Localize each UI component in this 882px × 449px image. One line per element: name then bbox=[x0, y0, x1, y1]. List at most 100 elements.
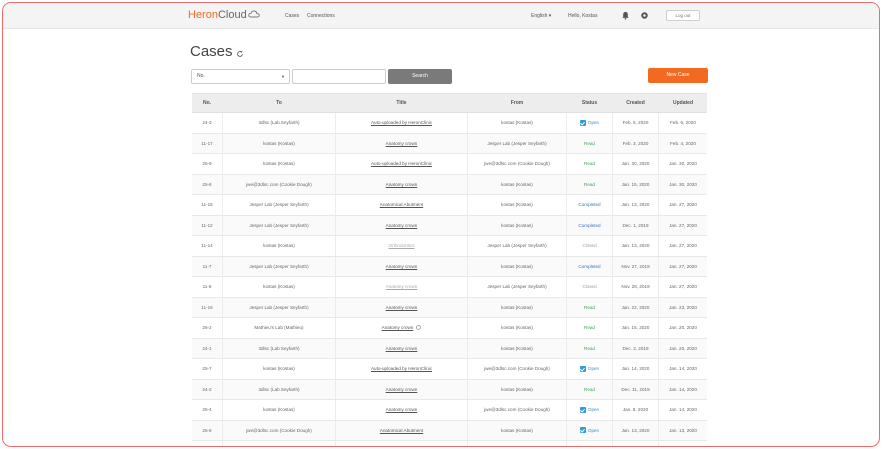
column-header-updated[interactable]: Updated bbox=[658, 94, 707, 112]
column-header-status[interactable]: Status bbox=[566, 94, 612, 112]
case-recipient: Jesper Lab (Jesper Seyfarth) bbox=[222, 256, 335, 276]
case-title-link[interactable]: Anatomical Abutment bbox=[380, 202, 423, 207]
case-title-cell: Anatomy crown bbox=[335, 256, 467, 276]
table-row[interactable]: 25-4 kostas (Kostas) Anatomy crown jwe@3dls… bbox=[192, 400, 707, 421]
status-badge: Completed bbox=[578, 263, 601, 269]
brand-secondary: Cloud bbox=[217, 9, 247, 21]
case-created-date: Dec. 2, 2019 bbox=[612, 338, 658, 358]
search-input[interactable] bbox=[292, 69, 386, 84]
table-row[interactable]: 24-2 3dlsc (Lab Seyfarth) Anatomy crown kos… bbox=[192, 379, 707, 400]
table-row[interactable]: 11-14 kostas (Kostas) Orthodontics Jesper L… bbox=[192, 236, 707, 257]
case-title-link[interactable]: Auto-uploaded by HeronClinic bbox=[371, 366, 432, 371]
nav-connections-link[interactable]: Connections bbox=[307, 13, 335, 19]
chevron-down-icon: ▼ bbox=[281, 74, 285, 79]
case-created-date: Nov. 27, 2019 bbox=[612, 256, 658, 276]
case-recipient: Jesper Lab (Jesper Seyfarth) bbox=[222, 297, 335, 317]
table-row[interactable]: 25-5kostas (Kostas)Testjwe@3dlsc.com (Co… bbox=[192, 441, 707, 446]
case-number: 11-6 bbox=[202, 284, 212, 290]
case-status-cell: Read bbox=[566, 133, 612, 153]
case-title-link[interactable]: Anatomy crown bbox=[386, 264, 418, 269]
case-sender: Jesper Lab (Jesper Seyfarth) bbox=[467, 236, 566, 256]
case-sender: kostas (Kostas) bbox=[467, 420, 566, 440]
column-header-from[interactable]: From bbox=[467, 94, 566, 112]
table-row[interactable]: 26-2 Mathieu's Lab (Mathieu) Anatomy crown… bbox=[192, 318, 707, 339]
case-number: 25-9 bbox=[202, 161, 212, 167]
table-row[interactable]: 25-9 kostas (Kostas) Auto-uploaded by Hero… bbox=[192, 154, 707, 175]
case-updated-date: Jan. 13, 2020 bbox=[658, 420, 707, 440]
table-row[interactable]: 24-3 3dlsc (Lab Seyfarth) Auto-uploaded by… bbox=[192, 113, 707, 134]
case-status-cell: Read bbox=[566, 318, 612, 338]
new-case-button[interactable]: New Case bbox=[648, 68, 708, 83]
table-row[interactable]: 25-8 jwe@3dlsc.com (Cookie Dough) Anatomy … bbox=[192, 174, 707, 195]
case-created-date: Jan. 15, 2020 bbox=[612, 318, 658, 338]
table-row[interactable]: 25-6 jwe@3dlsc.com (Cookie Dough) Anatomic… bbox=[192, 420, 707, 441]
column-header-no[interactable]: No. bbox=[192, 94, 222, 112]
case-title-cell: Test bbox=[335, 441, 467, 446]
table-row[interactable]: 11-15 Jesper Lab (Jesper Seyfarth) Anatomi… bbox=[192, 195, 707, 216]
table-row[interactable]: 11-6 kostas (Kostas) Anatomy crown Jesper L… bbox=[192, 277, 707, 298]
case-title-link[interactable]: Anatomy crown bbox=[386, 223, 418, 228]
case-created-date: Jan. 15, 2020 bbox=[612, 174, 658, 194]
case-title-link[interactable]: Auto-uploaded by HeronClinic bbox=[371, 120, 432, 125]
search-button[interactable]: Search bbox=[388, 69, 452, 84]
case-sender: jwe@3dlsc.com (Cookie Dough) bbox=[467, 359, 566, 379]
case-title-link[interactable]: Anatomical Abutment bbox=[380, 428, 423, 433]
case-title-link[interactable]: Anatomy crown bbox=[386, 407, 418, 412]
case-sender: kostas (Kostas) bbox=[467, 338, 566, 358]
table-body: 24-3 3dlsc (Lab Seyfarth) Auto-uploaded by… bbox=[192, 113, 707, 446]
brand-logo[interactable]: HeronCloud bbox=[188, 9, 260, 22]
user-greeting[interactable]: Hello, Kostas bbox=[568, 13, 597, 19]
case-sender: kostas (Kostas) bbox=[467, 379, 566, 399]
nav-cases-link[interactable]: Cases bbox=[285, 13, 299, 19]
case-created-date: Jan. 8, 2020 bbox=[612, 400, 658, 420]
case-title-cell: Auto-uploaded by HeronClinic bbox=[335, 359, 467, 379]
case-title-link[interactable]: Anatomy crown bbox=[386, 346, 418, 351]
case-sender: kostas (Kostas) bbox=[467, 113, 566, 133]
case-created-date: Feb. 6, 2020 bbox=[612, 113, 658, 133]
case-sender: kostas (Kostas) bbox=[467, 297, 566, 317]
case-recipient: jwe@3dlsc.com (Cookie Dough) bbox=[222, 174, 335, 194]
column-header-created[interactable]: Created bbox=[612, 94, 658, 112]
table-row[interactable]: 24-1 3dlsc (Lab Seyfarth) Anatomy crown kos… bbox=[192, 338, 707, 359]
case-updated-date: Jan. 30, 2020 bbox=[658, 154, 707, 174]
table-row[interactable]: 11-12 Jesper Lab (Jesper Seyfarth) Anatomy… bbox=[192, 215, 707, 236]
case-title-link[interactable]: Orthodontics bbox=[388, 243, 414, 248]
language-selector[interactable]: English ▾ bbox=[531, 13, 551, 19]
case-title-cell: Anatomy crown bbox=[335, 318, 467, 338]
case-updated-date: Jan. 14, 2020 bbox=[658, 379, 707, 399]
case-title-cell: Anatomy crown bbox=[335, 379, 467, 399]
case-sender: kostas (Kostas) bbox=[467, 215, 566, 235]
case-title-link[interactable]: Anatomy crown bbox=[386, 182, 418, 187]
case-title-link[interactable]: Anatomy crown bbox=[382, 325, 414, 330]
case-title-link[interactable]: Anatomy crown bbox=[386, 284, 418, 289]
status-badge: Read bbox=[584, 304, 595, 310]
case-sender: kostas (Kostas) bbox=[467, 174, 566, 194]
brand-primary: Heron bbox=[188, 9, 218, 21]
table-row[interactable]: 11-17 kostas (Kostas) Anatomy crown Jesper … bbox=[192, 133, 707, 154]
logout-button[interactable]: Log out bbox=[666, 10, 700, 21]
table-row[interactable]: 11-7 Jesper Lab (Jesper Seyfarth) Anatomy … bbox=[192, 256, 707, 277]
case-title-link[interactable]: Anatomy crown bbox=[386, 141, 418, 146]
status-badge: Read bbox=[584, 386, 595, 392]
refresh-icon[interactable] bbox=[236, 50, 244, 58]
case-created-date: Jan. 14, 2020 bbox=[612, 359, 658, 379]
checkbox-icon bbox=[579, 406, 586, 413]
case-title-link[interactable]: Anatomy crown bbox=[386, 305, 418, 310]
case-title-link[interactable]: Auto-uploaded by HeronClinic bbox=[371, 161, 432, 166]
column-header-to[interactable]: To bbox=[222, 94, 335, 112]
case-status-cell: Completed bbox=[566, 215, 612, 235]
status-badge: Open bbox=[587, 427, 600, 433]
table-row[interactable]: 25-7 kostas (Kostas) Auto-uploaded by Hero… bbox=[192, 359, 707, 380]
table-row[interactable]: 11-16 Jesper Lab (Jesper Seyfarth) Anatomy… bbox=[192, 297, 707, 318]
gear-icon[interactable] bbox=[640, 11, 649, 20]
case-status-cell: Open bbox=[566, 400, 612, 420]
case-recipient: jwe@3dlsc.com (Cookie Dough) bbox=[222, 420, 335, 440]
bell-icon[interactable] bbox=[621, 11, 630, 20]
checkbox-icon bbox=[579, 427, 586, 434]
filter-field-select[interactable]: No. ▼ bbox=[191, 69, 290, 84]
case-number: 11-7 bbox=[202, 263, 212, 269]
case-number: 24-2 bbox=[202, 386, 212, 392]
case-title-link[interactable]: Anatomy crown bbox=[386, 387, 418, 392]
column-header-title[interactable]: Title bbox=[335, 94, 467, 112]
case-updated-date: Jan. 14, 2020 bbox=[658, 359, 707, 379]
